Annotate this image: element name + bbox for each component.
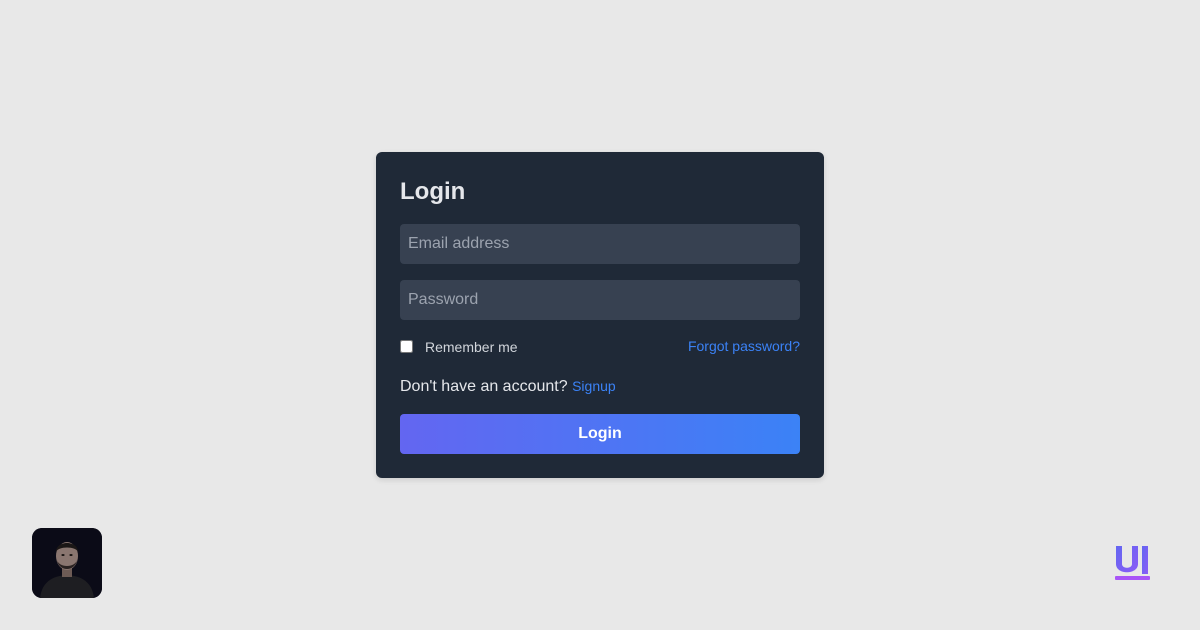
password-input[interactable]: [400, 280, 800, 320]
signup-link[interactable]: Signup: [572, 378, 616, 394]
remember-me[interactable]: Remember me: [400, 337, 518, 355]
login-card: Login Remember me Forgot password? Don't…: [376, 152, 824, 478]
login-button[interactable]: Login: [400, 414, 800, 454]
options-row: Remember me Forgot password?: [400, 336, 800, 356]
avatar-portrait-icon: [32, 528, 102, 598]
email-input[interactable]: [400, 224, 800, 264]
ui-logo-icon: [1115, 546, 1150, 580]
remember-me-label: Remember me: [425, 339, 518, 355]
forgot-password-link[interactable]: Forgot password?: [688, 338, 800, 354]
ui-logo: [1112, 542, 1154, 584]
remember-me-checkbox[interactable]: [400, 339, 413, 353]
signup-row: Don't have an account? Signup: [400, 376, 800, 396]
login-title: Login: [400, 178, 466, 205]
user-avatar: [32, 528, 102, 598]
page: Login Remember me Forgot password? Don't…: [0, 0, 1200, 630]
signup-prompt: Don't have an account?: [400, 378, 568, 395]
